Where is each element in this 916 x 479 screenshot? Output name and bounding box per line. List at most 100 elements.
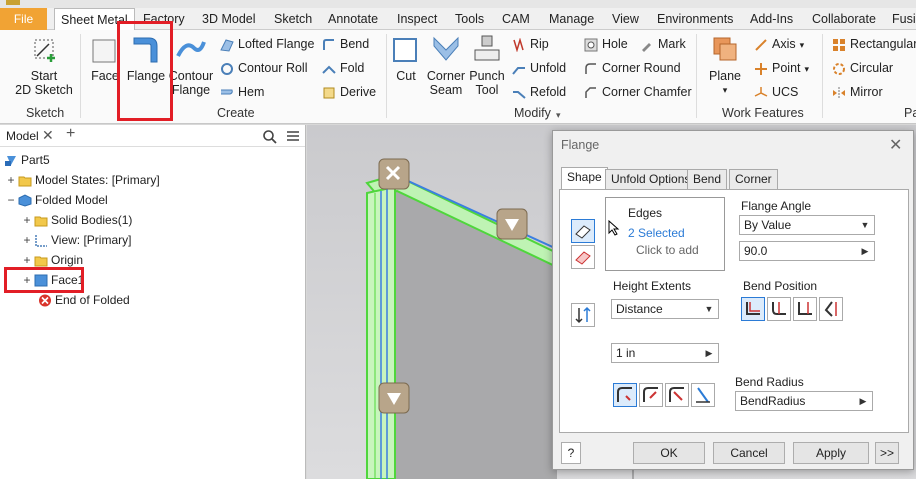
tab-unfold-options[interactable]: Unfold Options (605, 169, 697, 189)
tab-tools[interactable]: Tools (455, 8, 484, 30)
tree-item-end-of-folded[interactable]: End of Folded (38, 291, 130, 309)
fold-button[interactable]: Fold (322, 58, 364, 78)
close-icon[interactable]: ✕ (42, 127, 54, 144)
bend-position-3-button[interactable] (793, 297, 817, 321)
height-datum-4-button[interactable] (691, 383, 715, 407)
cancel-button[interactable]: Cancel (713, 442, 785, 464)
bend-radius-input[interactable]: BendRadius ▶ (735, 391, 873, 411)
bend-button[interactable]: Bend (322, 34, 369, 54)
part-icon (5, 156, 16, 167)
file-tab[interactable]: File (0, 8, 47, 30)
corner-round-button[interactable]: Corner Round (584, 58, 681, 78)
rip-button[interactable]: Rip (512, 34, 549, 54)
height-input[interactable]: 1 in ▶ (611, 343, 719, 363)
bend-position-4-button[interactable] (819, 297, 843, 321)
flip-icon (575, 306, 591, 324)
punch-tool-button[interactable]: Punch Tool (468, 34, 506, 97)
help-button[interactable]: ? (561, 442, 581, 464)
create-panel-title: Create (217, 106, 255, 120)
end-of-part-icon (39, 294, 51, 307)
derive-button[interactable]: Derive (322, 82, 376, 102)
expand-icon[interactable]: + (22, 211, 32, 229)
hole-button[interactable]: Hole (584, 34, 628, 54)
tab-shape[interactable]: Shape (561, 167, 608, 190)
height-datum-2-button[interactable] (639, 383, 663, 407)
refold-button[interactable]: Refold (512, 82, 566, 102)
axis-icon (755, 38, 767, 51)
chevron-right-icon[interactable]: ▶ (702, 346, 716, 360)
corner-chamfer-button[interactable]: Corner Chamfer (584, 82, 692, 102)
unfold-button[interactable]: Unfold (512, 58, 566, 78)
tab-corner[interactable]: Corner (729, 169, 778, 189)
flange-angle-input[interactable]: 90.0 ▶ (739, 241, 875, 261)
flange-angle-mode-select[interactable]: By Value ▼ (739, 215, 875, 235)
tab-annotate[interactable]: Annotate (328, 8, 378, 30)
tab-sketch[interactable]: Sketch (274, 8, 312, 30)
chevron-right-icon[interactable]: ▶ (858, 244, 872, 258)
search-icon[interactable] (262, 129, 278, 145)
corner-seam-button[interactable]: Corner Seam (426, 34, 466, 97)
mark-button[interactable]: Mark (640, 34, 686, 54)
point-button[interactable]: Point ▾ (754, 58, 809, 78)
axis-dropdown-icon[interactable]: ▾ (800, 40, 805, 50)
edge-handle[interactable] (378, 382, 410, 414)
rectangular-pattern-button[interactable]: Rectangular (832, 34, 916, 54)
tab-add-ins[interactable]: Add-Ins (750, 8, 793, 30)
tree-item-folded-model[interactable]: − Folded Model (6, 191, 107, 209)
edge-handle[interactable] (496, 208, 528, 240)
point-dropdown-icon[interactable]: ▾ (805, 64, 810, 74)
height-datum-1-button[interactable] (613, 383, 637, 407)
add-tab-icon[interactable]: + (66, 125, 75, 143)
tab-manage[interactable]: Manage (549, 8, 594, 30)
browser-header: Model ✕ + (0, 125, 305, 147)
tree-item-part[interactable]: Part5 (4, 151, 50, 169)
tab-inspect[interactable]: Inspect (397, 8, 437, 30)
contour-flange-button[interactable]: Contour Flange (168, 34, 214, 97)
collapse-icon[interactable]: − (6, 191, 16, 209)
tree-item-model-states[interactable]: + Model States: [Primary] (6, 171, 159, 189)
height-extents-select[interactable]: Distance ▼ (611, 299, 719, 319)
tab-collaborate[interactable]: Collaborate (812, 8, 876, 30)
expand-icon[interactable]: + (22, 231, 32, 249)
menu-icon[interactable] (286, 129, 300, 143)
contour-roll-button[interactable]: Contour Roll (220, 58, 307, 78)
edge-select-mode-button[interactable] (571, 219, 595, 243)
height-datum-icon (696, 387, 710, 403)
tab-3d-model[interactable]: 3D Model (202, 8, 256, 30)
chevron-right-icon[interactable]: ▶ (856, 394, 870, 408)
circular-pattern-button[interactable]: Circular (832, 58, 893, 78)
dialog-close-icon[interactable]: ✕ (889, 135, 902, 155)
tree-item-solid-bodies[interactable]: + Solid Bodies(1) (22, 211, 132, 229)
ucs-button[interactable]: UCS (754, 82, 798, 102)
tab-bend[interactable]: Bend (687, 169, 728, 189)
loop-select-mode-button[interactable] (571, 245, 595, 269)
expand-icon[interactable]: + (6, 171, 16, 189)
pattern-panel-title: Pa (904, 106, 916, 120)
axis-button[interactable]: Axis ▾ (754, 34, 804, 54)
more-options-button[interactable]: >> (875, 442, 899, 464)
tab-view[interactable]: View (612, 8, 639, 30)
plane-button[interactable]: Plane ▾ (704, 34, 746, 97)
cut-button[interactable]: Cut (390, 34, 422, 83)
edge-handle[interactable] (378, 158, 410, 190)
tab-cam[interactable]: CAM (502, 8, 530, 30)
height-datum-3-button[interactable] (665, 383, 689, 407)
lofted-flange-button[interactable]: Lofted Flange (220, 34, 314, 54)
browser-tab-model[interactable]: Model (6, 129, 39, 143)
edges-selector[interactable]: Edges 2 Selected Click to add (605, 197, 725, 271)
start-2d-sketch-button[interactable]: Start 2D Sketch (14, 34, 74, 97)
bend-position-1-button[interactable] (741, 297, 765, 321)
panel-divider (696, 34, 697, 118)
tree-item-view[interactable]: + View: [Primary] (22, 231, 131, 249)
ok-button[interactable]: OK (633, 442, 705, 464)
tab-fusion[interactable]: Fusi (892, 8, 916, 30)
apply-button[interactable]: Apply (793, 442, 869, 464)
plane-dropdown-icon[interactable]: ▾ (704, 83, 746, 97)
hem-button[interactable]: Hem (220, 82, 264, 102)
flip-direction-button[interactable] (571, 303, 595, 327)
chevron-down-icon: ▼ (860, 220, 870, 230)
tab-environments[interactable]: Environments (657, 8, 733, 30)
mirror-button[interactable]: Mirror (832, 82, 883, 102)
bend-position-2-button[interactable] (767, 297, 791, 321)
modify-expand-icon[interactable]: ▾ (556, 110, 561, 121)
